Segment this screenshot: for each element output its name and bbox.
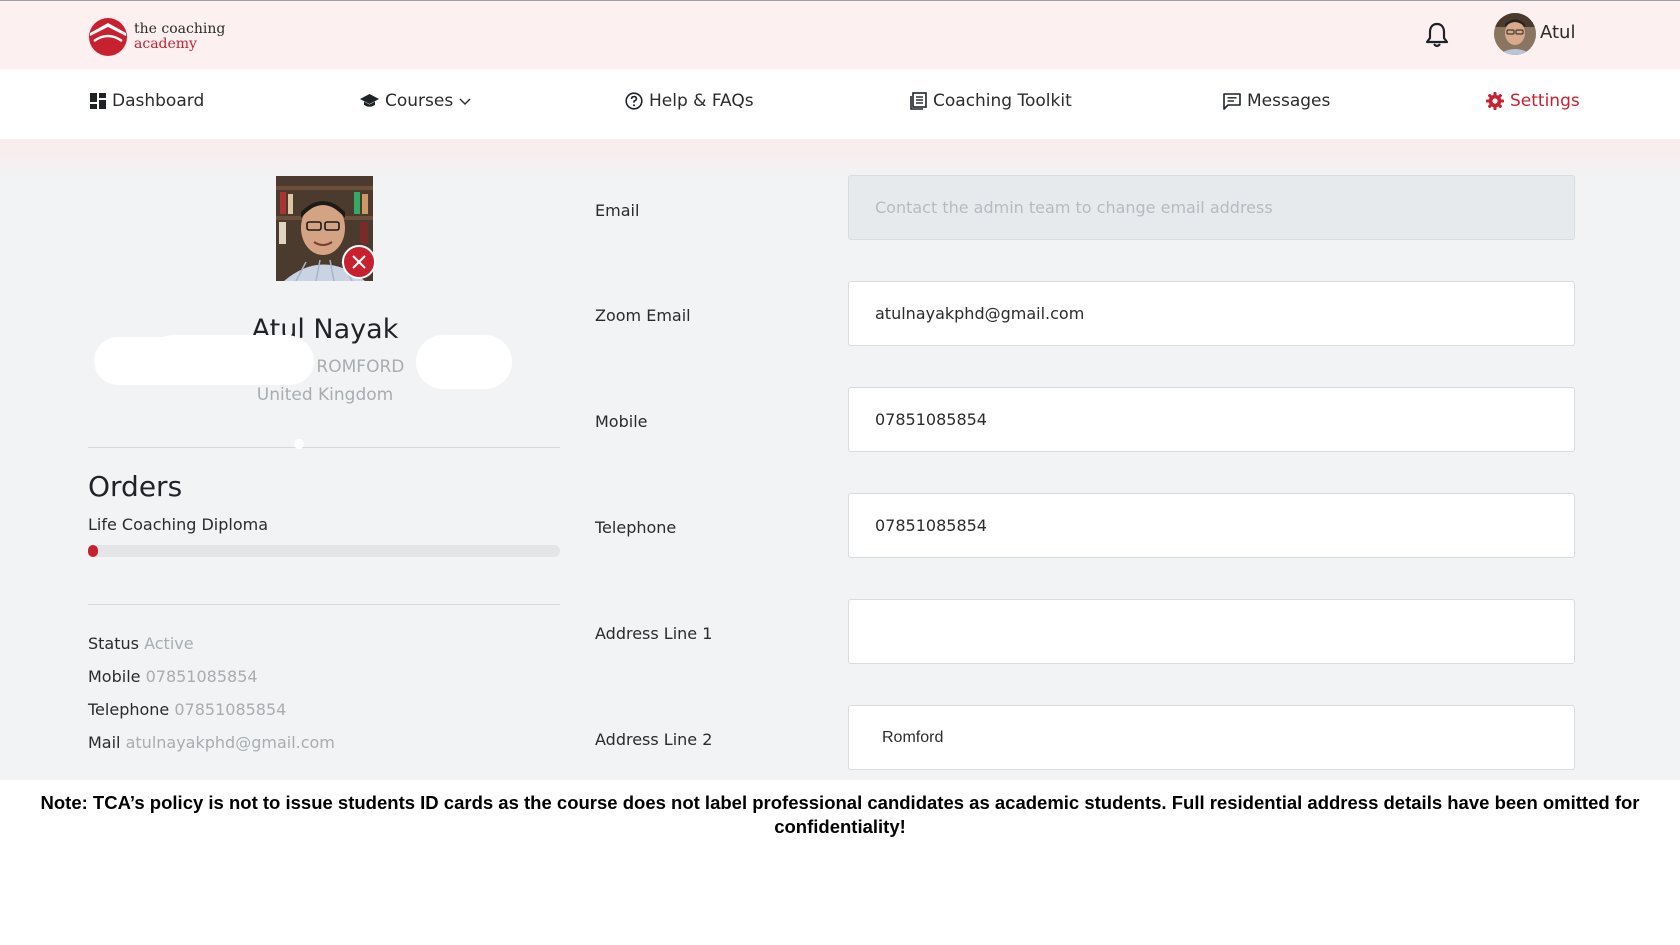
gear-icon bbox=[1486, 92, 1504, 110]
nav-messages[interactable]: Messages bbox=[1223, 91, 1330, 111]
info-telephone: Telephone 07851085854 bbox=[88, 700, 286, 719]
remove-photo-button[interactable] bbox=[342, 245, 376, 279]
nav-dashboard[interactable]: Dashboard bbox=[90, 91, 204, 111]
mobile-value: 07851085854 bbox=[145, 667, 258, 686]
info-label: Telephone bbox=[88, 700, 170, 719]
nav-help[interactable]: Help & FAQs bbox=[625, 91, 754, 111]
divider bbox=[88, 447, 560, 448]
order-progress-bar bbox=[88, 545, 560, 557]
info-label: Mobile bbox=[88, 667, 141, 686]
email-field bbox=[848, 175, 1575, 240]
bell-icon[interactable] bbox=[1424, 21, 1450, 49]
close-icon bbox=[352, 255, 366, 269]
divider-dot bbox=[294, 439, 304, 449]
nav-courses[interactable]: Courses bbox=[360, 91, 472, 111]
confidentiality-note: Note: TCA’s policy is not to issue stude… bbox=[40, 792, 1640, 837]
nav-label: Settings bbox=[1510, 91, 1580, 111]
address-line1-label: Address Line 1 bbox=[595, 624, 713, 643]
mobile-label: Mobile bbox=[595, 412, 648, 431]
info-mobile: Mobile 07851085854 bbox=[88, 667, 258, 686]
divider bbox=[88, 604, 560, 605]
status-value: Active bbox=[144, 634, 194, 653]
redaction-mask bbox=[150, 335, 310, 381]
zoom-email-label: Zoom Email bbox=[595, 306, 691, 325]
logo-icon bbox=[89, 18, 127, 56]
info-label: Mail bbox=[88, 733, 121, 752]
mobile-field[interactable] bbox=[848, 387, 1575, 452]
order-progress-fill bbox=[88, 545, 98, 557]
logo-text-line1: the coaching bbox=[134, 21, 226, 37]
user-name[interactable]: Atul bbox=[1540, 22, 1575, 43]
top-bar: the coaching academy Atul bbox=[0, 0, 1680, 69]
main-nav: Dashboard Courses Help & FAQs Coaching T… bbox=[0, 69, 1680, 139]
nav-settings[interactable]: Settings bbox=[1486, 91, 1580, 111]
profile-country: United Kingdom bbox=[256, 385, 394, 405]
email-label: Email bbox=[595, 201, 640, 220]
address-line2-label: Address Line 2 bbox=[595, 730, 713, 749]
nav-label: Courses bbox=[385, 91, 454, 111]
logo[interactable]: the coaching academy bbox=[88, 17, 225, 57]
orders-title: Orders bbox=[88, 470, 183, 503]
chevron-down-icon bbox=[459, 98, 471, 105]
order-item-name: Life Coaching Diploma bbox=[88, 515, 268, 534]
nav-label: Messages bbox=[1247, 91, 1331, 111]
zoom-email-field[interactable] bbox=[848, 281, 1575, 346]
telephone-label: Telephone bbox=[595, 518, 677, 537]
settings-content: Atul Nayak , ROMFORD United Kingdom Orde… bbox=[0, 139, 1680, 780]
help-circle-icon bbox=[625, 92, 643, 110]
graduation-cap-icon bbox=[360, 94, 379, 107]
telephone-value: 07851085854 bbox=[174, 700, 287, 719]
redaction-mask bbox=[416, 335, 512, 389]
info-label: Status bbox=[88, 634, 139, 653]
book-icon bbox=[910, 92, 927, 110]
nav-label: Coaching Toolkit bbox=[933, 91, 1072, 111]
message-icon bbox=[1223, 92, 1241, 110]
dashboard-icon bbox=[90, 93, 106, 109]
logo-text-line2: academy bbox=[134, 36, 197, 52]
telephone-field[interactable] bbox=[848, 493, 1575, 558]
nav-label: Dashboard bbox=[112, 91, 205, 111]
info-status: Status Active bbox=[88, 634, 194, 653]
nav-label: Help & FAQs bbox=[649, 91, 754, 111]
nav-coaching-toolkit[interactable]: Coaching Toolkit bbox=[910, 91, 1072, 111]
address-line1-field[interactable] bbox=[848, 599, 1575, 664]
address-line2-field[interactable] bbox=[848, 705, 1575, 770]
info-mail: Mail atulnayakphd@gmail.com bbox=[88, 733, 335, 752]
avatar[interactable] bbox=[1494, 13, 1536, 55]
mail-value: atulnayakphd@gmail.com bbox=[125, 733, 335, 752]
